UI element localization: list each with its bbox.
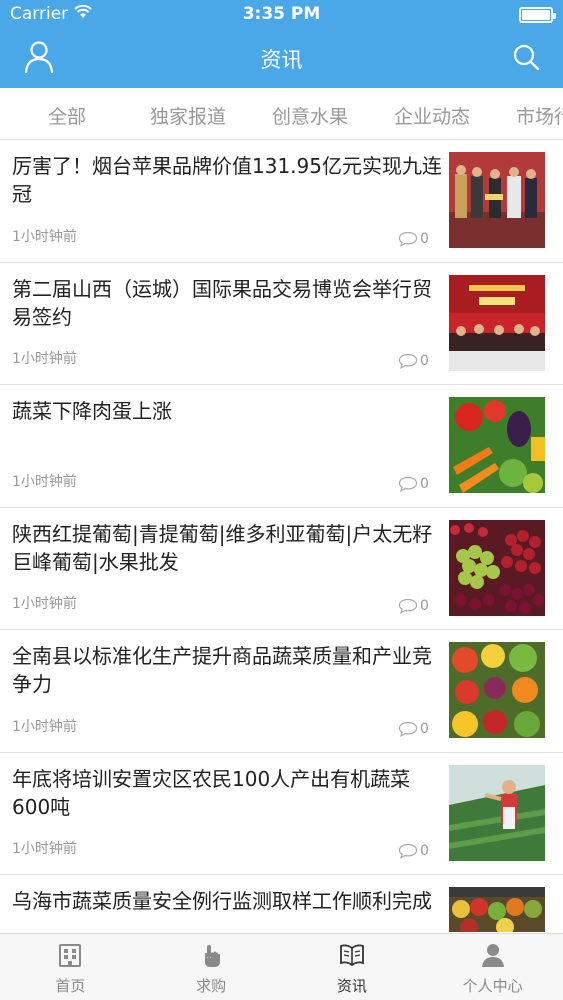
comment-icon xyxy=(398,353,418,369)
comment-count-value: 0 xyxy=(420,843,429,859)
hand-tap-icon xyxy=(205,945,221,967)
article-thumbnail xyxy=(449,764,545,861)
open-book-icon xyxy=(339,944,364,967)
tabbar-purchase-label: 求购 xyxy=(196,977,227,995)
tabbar-profile-label: 个人中心 xyxy=(462,977,523,995)
page-title: 资讯 xyxy=(260,48,303,72)
bottom-tab-bar: 首页 求购 资讯 个人中心 xyxy=(0,933,563,1000)
article-item[interactable]: 年底将培训安置灾区农民100人产出有机蔬菜600吨 1小时钟前 0 xyxy=(0,753,563,875)
tab-company-news[interactable]: 企业动态 xyxy=(394,102,470,129)
article-title: 蔬菜下降肉蛋上涨 xyxy=(12,399,172,423)
tabbar-home[interactable]: 首页 xyxy=(0,934,141,1000)
battery-level xyxy=(522,10,550,20)
home-building-icon xyxy=(59,944,82,967)
person-icon xyxy=(481,944,504,967)
battery-icon xyxy=(519,7,556,23)
article-title: 年底将培训安置灾区农民100人产出有机蔬菜600吨 xyxy=(12,766,411,819)
comment-icon xyxy=(398,721,418,737)
article-thumbnail xyxy=(449,152,545,248)
article-time: 1小时钟前 xyxy=(12,228,77,245)
comment-count: 0 xyxy=(398,598,429,614)
article-time: 1小时钟前 xyxy=(12,718,77,735)
comment-count: 0 xyxy=(398,721,429,737)
article-title: 厉害了！烟台苹果品牌价值131.95亿元实现九连冠 xyxy=(12,154,442,206)
tab-market[interactable]: 市场行 xyxy=(516,102,563,129)
article-thumbnail xyxy=(449,642,545,738)
article-item[interactable]: 乌海市蔬菜质量安全例行监测取样工作顺利完成 xyxy=(0,875,563,932)
comment-count-value: 0 xyxy=(420,353,429,369)
article-item[interactable]: 蔬菜下降肉蛋上涨 1小时钟前 0 xyxy=(0,385,563,508)
tabbar-profile[interactable]: 个人中心 xyxy=(422,934,563,1000)
category-tabs: 全部 独家报道 创意水果 企业动态 市场行 xyxy=(0,88,563,140)
tab-all[interactable]: 全部 xyxy=(48,102,86,129)
tabbar-home-label: 首页 xyxy=(55,977,86,995)
article-time: 1小时钟前 xyxy=(12,473,77,490)
article-time: 1小时钟前 xyxy=(12,351,77,367)
comment-count-value: 0 xyxy=(420,475,429,492)
comment-icon xyxy=(398,843,418,859)
comment-count-value: 0 xyxy=(420,720,429,737)
comment-count: 0 xyxy=(398,353,429,369)
tab-exclusive-reports[interactable]: 独家报道 xyxy=(150,102,226,129)
article-list: 厉害了！烟台苹果品牌价值131.95亿元实现九连冠 1小时钟前 0 第二届山西（… xyxy=(0,140,563,932)
article-thumbnail xyxy=(449,519,545,616)
comment-count-value: 0 xyxy=(420,230,429,247)
status-bar: Carrier 3:35 PM xyxy=(0,0,563,30)
comment-icon xyxy=(398,476,418,492)
article-item[interactable]: 第二届山西（运城）国际果品交易博览会举行贸易签约 1小时钟前 0 xyxy=(0,263,563,385)
article-item[interactable]: 陕西红提葡萄|青提葡萄|维多利亚葡萄|户太无籽巨峰葡萄|水果批发 1小时钟前 0 xyxy=(0,508,563,630)
article-time: 1小时钟前 xyxy=(12,596,77,612)
tabbar-purchase[interactable]: 求购 xyxy=(141,934,282,1000)
tab-creative-fruit[interactable]: 创意水果 xyxy=(272,102,348,129)
article-title: 陕西红提葡萄|青提葡萄|维多利亚葡萄|户太无籽巨峰葡萄|水果批发 xyxy=(12,521,433,574)
comment-count: 0 xyxy=(398,231,429,247)
comment-count-value: 0 xyxy=(420,598,429,614)
article-item[interactable]: 全南县以标准化生产提升商品蔬菜质量和产业竞争力 1小时钟前 0 xyxy=(0,630,563,753)
tabbar-news-label: 资讯 xyxy=(336,977,367,995)
search-icon[interactable] xyxy=(511,42,541,72)
article-thumbnail xyxy=(449,274,545,371)
comment-count: 0 xyxy=(398,843,429,859)
comment-icon xyxy=(398,231,418,247)
article-title: 第二届山西（运城）国际果品交易博览会举行贸易签约 xyxy=(12,276,432,329)
article-thumbnail xyxy=(449,887,545,932)
comment-count: 0 xyxy=(398,476,429,492)
status-time: 3:35 PM xyxy=(242,4,321,24)
article-title: 全南县以标准化生产提升商品蔬菜质量和产业竞争力 xyxy=(12,644,432,696)
tabbar-news[interactable]: 资讯 xyxy=(282,934,423,1000)
article-thumbnail xyxy=(449,397,545,493)
article-time: 1小时钟前 xyxy=(12,841,77,857)
nav-bar: 资讯 xyxy=(0,30,563,88)
article-item[interactable]: 厉害了！烟台苹果品牌价值131.95亿元实现九连冠 1小时钟前 0 xyxy=(0,140,563,263)
article-title: 乌海市蔬菜质量安全例行监测取样工作顺利完成 xyxy=(12,889,432,913)
comment-icon xyxy=(398,598,418,614)
